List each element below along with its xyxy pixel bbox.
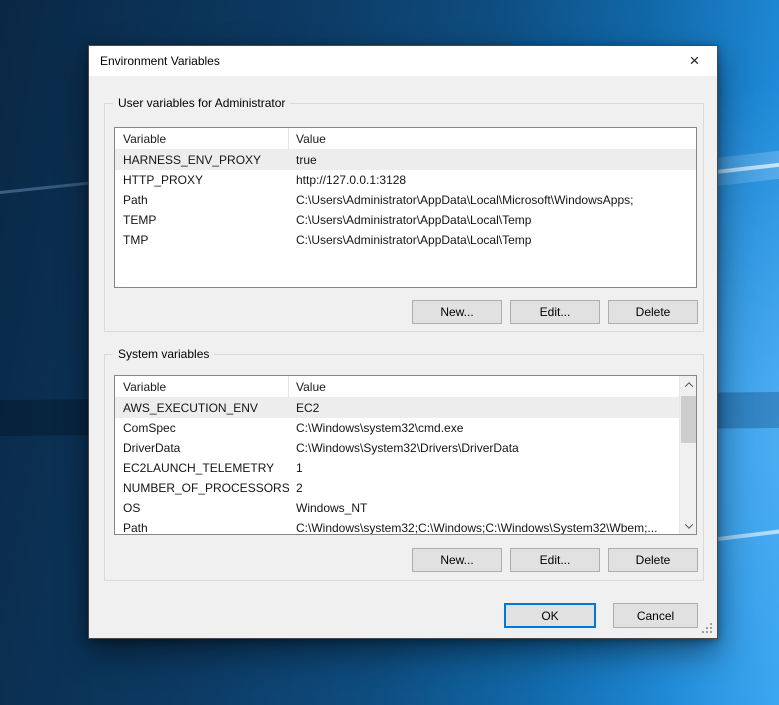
table-row[interactable]: HTTP_PROXY http://127.0.0.1:3128 (115, 170, 696, 190)
value-cell: http://127.0.0.1:3128 (289, 170, 696, 190)
value-cell: Windows_NT (289, 498, 679, 518)
chevron-down-icon (684, 520, 692, 528)
variable-cell: TEMP (115, 210, 289, 230)
system-edit-button[interactable]: Edit... (510, 548, 600, 572)
user-group-label: User variables for Administrator (113, 96, 290, 110)
variable-cell: NUMBER_OF_PROCESSORS (115, 478, 289, 498)
table-row[interactable]: Path C:\Windows\system32;C:\Windows;C:\W… (115, 518, 679, 535)
value-cell: 1 (289, 458, 679, 478)
table-row[interactable]: NUMBER_OF_PROCESSORS 2 (115, 478, 679, 498)
user-new-button[interactable]: New... (412, 300, 502, 324)
variable-cell: TMP (115, 230, 289, 250)
value-cell: C:\Windows\system32;C:\Windows;C:\Window… (289, 518, 679, 535)
dialog-title: Environment Variables (100, 54, 220, 68)
value-cell: C:\Windows\System32\Drivers\DriverData (289, 438, 679, 458)
system-delete-button[interactable]: Delete (608, 548, 698, 572)
variable-cell: Path (115, 518, 289, 535)
environment-variables-dialog: Environment Variables × User variables f… (88, 45, 718, 639)
user-delete-button[interactable]: Delete (608, 300, 698, 324)
list-header: Variable Value (115, 128, 696, 150)
variable-cell: HTTP_PROXY (115, 170, 289, 190)
resize-grip[interactable] (701, 622, 713, 634)
variable-cell: DriverData (115, 438, 289, 458)
variable-cell: ComSpec (115, 418, 289, 438)
value-cell: C:\Users\Administrator\AppData\Local\Tem… (289, 230, 696, 250)
table-row[interactable]: ComSpec C:\Windows\system32\cmd.exe (115, 418, 679, 438)
value-cell: 2 (289, 478, 679, 498)
table-row[interactable]: AWS_EXECUTION_ENV EC2 (115, 398, 679, 418)
column-header-value[interactable]: Value (289, 128, 696, 149)
column-header-value[interactable]: Value (289, 376, 696, 397)
cancel-button[interactable]: Cancel (613, 603, 698, 628)
table-row[interactable]: EC2LAUNCH_TELEMETRY 1 (115, 458, 679, 478)
variable-cell: HARNESS_ENV_PROXY (115, 150, 289, 170)
table-row[interactable]: TEMP C:\Users\Administrator\AppData\Loca… (115, 210, 696, 230)
value-cell: true (289, 150, 696, 170)
vertical-scrollbar[interactable] (679, 376, 696, 534)
scrollbar-thumb[interactable] (681, 396, 696, 443)
chevron-up-icon (684, 382, 692, 390)
ok-button[interactable]: OK (504, 603, 596, 628)
table-row[interactable]: OS Windows_NT (115, 498, 679, 518)
variable-cell: AWS_EXECUTION_ENV (115, 398, 289, 418)
dialog-titlebar[interactable]: Environment Variables (89, 46, 717, 76)
table-row[interactable]: HARNESS_ENV_PROXY true (115, 150, 696, 170)
system-new-button[interactable]: New... (412, 548, 502, 572)
close-button[interactable]: × (672, 46, 717, 75)
variable-cell: Path (115, 190, 289, 210)
column-header-variable[interactable]: Variable (115, 376, 289, 397)
user-variables-rows: HARNESS_ENV_PROXY true HTTP_PROXY http:/… (115, 150, 696, 250)
user-variables-group: User variables for Administrator Variabl… (104, 103, 704, 332)
table-row[interactable]: TMP C:\Users\Administrator\AppData\Local… (115, 230, 696, 250)
value-cell: C:\Users\Administrator\AppData\Local\Mic… (289, 190, 696, 210)
value-cell: C:\Windows\system32\cmd.exe (289, 418, 679, 438)
variable-cell: OS (115, 498, 289, 518)
user-edit-button[interactable]: Edit... (510, 300, 600, 324)
value-cell: C:\Users\Administrator\AppData\Local\Tem… (289, 210, 696, 230)
value-cell: EC2 (289, 398, 679, 418)
variable-cell: EC2LAUNCH_TELEMETRY (115, 458, 289, 478)
system-variables-group: System variables Variable Value AWS_EXEC… (104, 354, 704, 581)
list-header: Variable Value (115, 376, 696, 398)
user-buttons-row: New... Edit... Delete (105, 300, 703, 324)
system-buttons-row: New... Edit... Delete (105, 548, 703, 572)
table-row[interactable]: Path C:\Users\Administrator\AppData\Loca… (115, 190, 696, 210)
system-variables-rows: AWS_EXECUTION_ENV EC2 ComSpec C:\Windows… (115, 398, 679, 535)
scroll-down-button[interactable] (680, 517, 697, 534)
column-header-variable[interactable]: Variable (115, 128, 289, 149)
scroll-up-button[interactable] (680, 376, 697, 393)
table-row[interactable]: DriverData C:\Windows\System32\Drivers\D… (115, 438, 679, 458)
close-icon: × (690, 52, 700, 69)
system-variables-list: Variable Value AWS_EXECUTION_ENV EC2 Com… (114, 375, 697, 535)
user-variables-list: Variable Value HARNESS_ENV_PROXY true HT… (114, 127, 697, 288)
system-group-label: System variables (113, 347, 214, 361)
